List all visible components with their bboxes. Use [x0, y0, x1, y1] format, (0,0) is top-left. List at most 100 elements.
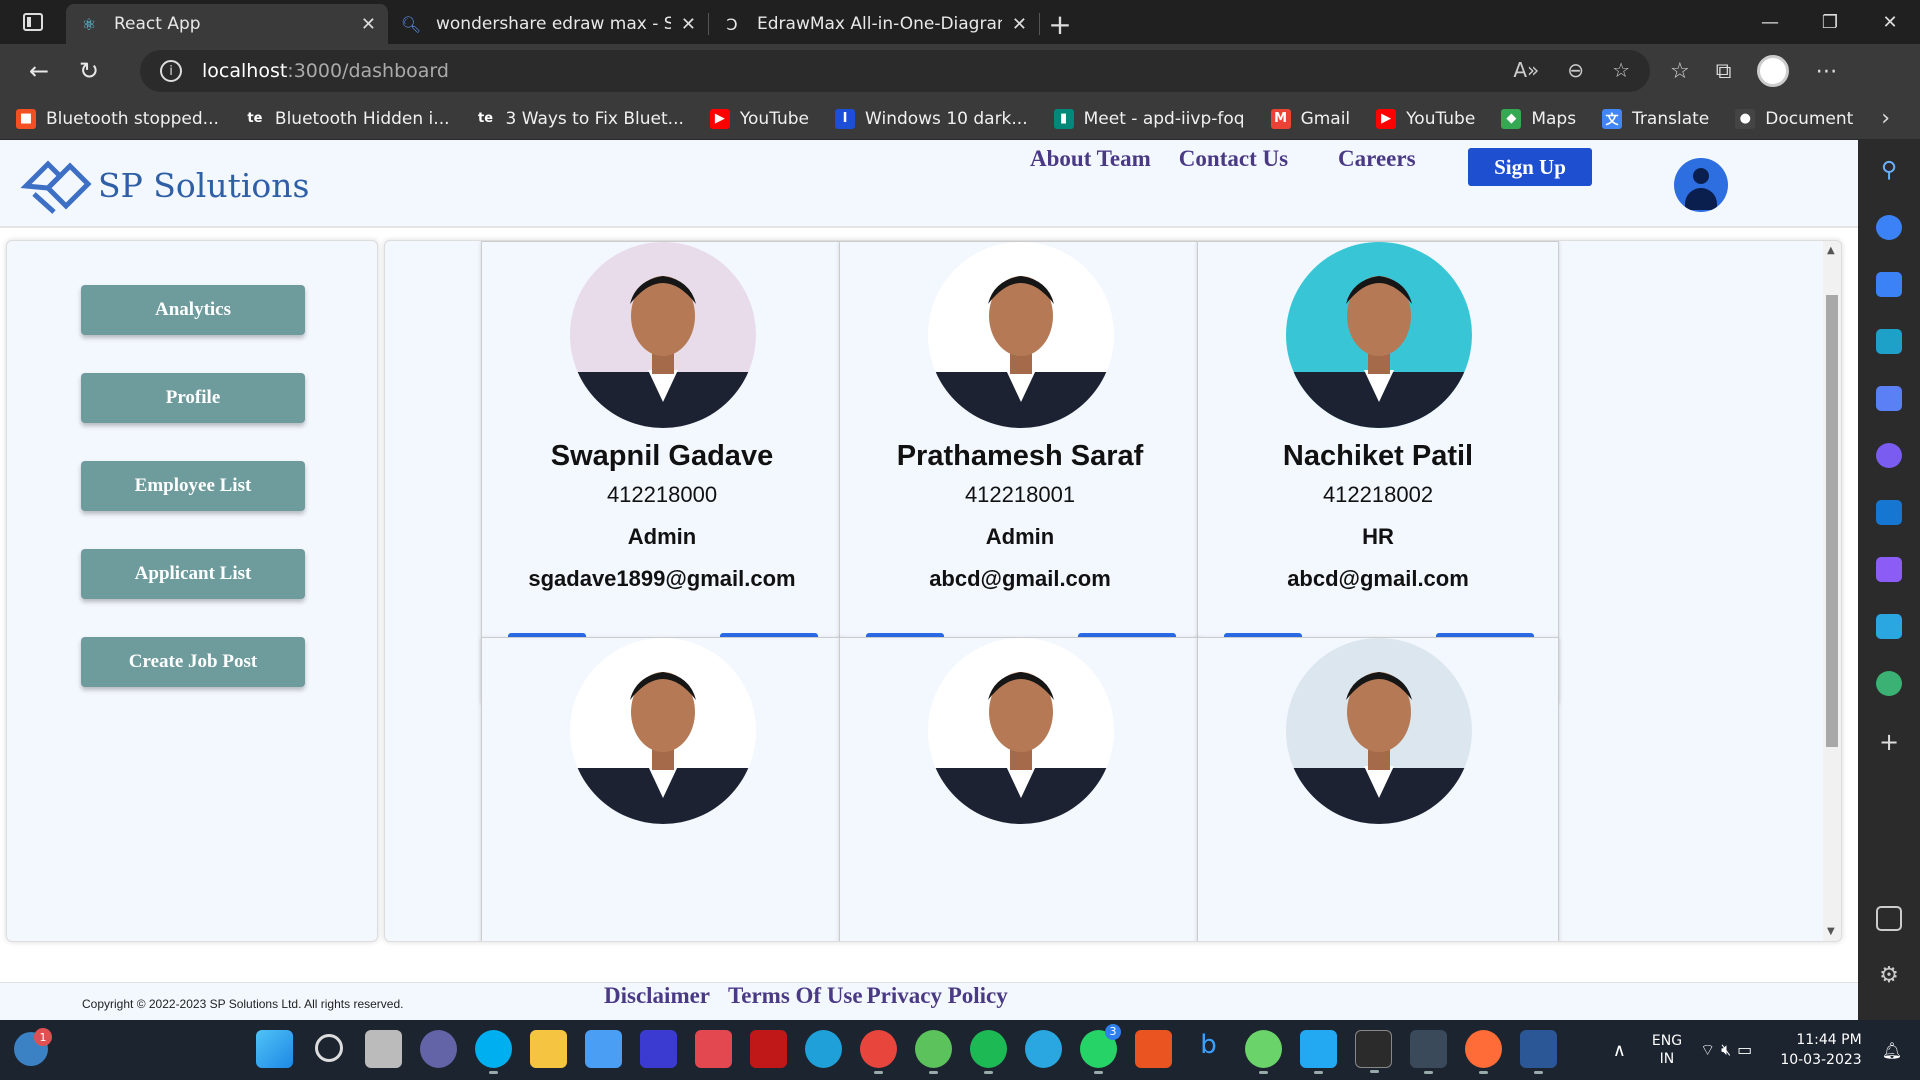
tab-edrawmax[interactable]: Ɔ EdrawMax All-in-One-Diagram S ✕: [709, 4, 1039, 44]
tab-react-app[interactable]: ⚛ React App ✕: [66, 4, 388, 44]
refresh-button[interactable]: ↻: [64, 49, 114, 93]
telegram-icon[interactable]: [1025, 1030, 1062, 1068]
zoom-out-icon[interactable]: ⊖: [1567, 58, 1584, 82]
creative-cloud-icon[interactable]: [695, 1030, 732, 1068]
clock[interactable]: 11:44 PM 10-03-2023: [1780, 1030, 1861, 1070]
bookmark-item[interactable]: ● Document: [1735, 108, 1854, 129]
collections-icon[interactable]: ⧉: [1716, 59, 1732, 84]
chrome-icon[interactable]: [860, 1030, 897, 1074]
user-avatar-icon[interactable]: [1674, 158, 1728, 212]
terminal-icon[interactable]: [1355, 1030, 1392, 1073]
profile-button[interactable]: Profile: [81, 373, 305, 423]
tab-search[interactable]: 🔍︎ wondershare edraw max - Searc ✕: [388, 4, 708, 44]
system-tray-icons[interactable]: ⌔🔇︎▭: [1700, 1040, 1758, 1060]
edge-icon[interactable]: [805, 1030, 842, 1068]
bookmark-item[interactable]: te 3 Ways to Fix Bluet...: [476, 109, 684, 129]
profile-avatar[interactable]: [1757, 55, 1790, 87]
read-aloud-icon[interactable]: A»: [1513, 58, 1539, 82]
notification-bell-icon[interactable]: 🔔︎: [1882, 1041, 1902, 1060]
close-window-icon[interactable]: ✕: [1860, 0, 1920, 44]
split-screen-icon[interactable]: [1876, 905, 1902, 931]
whatsapp-icon[interactable]: 3: [1080, 1024, 1121, 1074]
bookmark-item[interactable]: ◆ Maps: [1501, 108, 1576, 129]
site-logo[interactable]: SP Solutions: [18, 154, 309, 216]
app-green-icon[interactable]: [915, 1030, 952, 1074]
file-explorer-icon[interactable]: [530, 1030, 567, 1068]
teams-chat-icon[interactable]: [420, 1030, 457, 1068]
task-view-icon[interactable]: [365, 1030, 402, 1068]
sign-up-button[interactable]: Sign Up: [1468, 148, 1592, 186]
search-icon[interactable]: ⚲: [1876, 158, 1902, 183]
copyright-text: Copyright © 2022-2023 SP Solutions Ltd. …: [82, 997, 404, 1011]
drop-icon[interactable]: [1876, 670, 1902, 696]
close-tab-icon[interactable]: ✕: [681, 14, 696, 35]
restore-icon[interactable]: ❐: [1800, 0, 1860, 44]
scroll-up-icon[interactable]: ▲: [1827, 245, 1835, 256]
ubuntu-icon[interactable]: [1135, 1030, 1172, 1068]
bookmark-item[interactable]: M Gmail: [1270, 108, 1350, 129]
analytics-button[interactable]: Analytics: [81, 285, 305, 335]
bookmarks-overflow-icon[interactable]: ›: [1881, 106, 1890, 131]
employee-list-button[interactable]: Employee List: [81, 461, 305, 511]
minimize-icon[interactable]: —: [1740, 0, 1800, 44]
designer-icon[interactable]: [1876, 556, 1902, 582]
chevron-up-icon[interactable]: ∧: [1613, 1040, 1626, 1061]
bing-icon[interactable]: [1876, 215, 1902, 240]
terms-of-use-link[interactable]: Terms Of Use: [728, 983, 863, 1009]
nav-about-team[interactable]: About Team: [1030, 146, 1151, 172]
bookmark-item[interactable]: ▮ Meet - apd-iivp-foq: [1053, 108, 1245, 129]
bookmark-item[interactable]: 文 Translate: [1602, 108, 1709, 129]
bookmark-item[interactable]: ▶ YouTube: [1376, 108, 1475, 129]
language-indicator[interactable]: ENG IN: [1652, 1032, 1682, 1068]
tools-icon[interactable]: [1876, 328, 1902, 354]
privacy-policy-link[interactable]: Privacy Policy: [867, 983, 1008, 1009]
mcafee-icon[interactable]: [750, 1030, 787, 1068]
more-menu-icon[interactable]: ⋯: [1815, 59, 1837, 84]
games-icon[interactable]: [1876, 385, 1902, 411]
scrollbar[interactable]: ▲ ▼: [1823, 241, 1841, 941]
office-icon[interactable]: [1876, 442, 1902, 468]
word-icon[interactable]: [1520, 1030, 1557, 1074]
scroll-down-icon[interactable]: ▼: [1827, 926, 1835, 937]
mysql-icon[interactable]: [1410, 1030, 1447, 1074]
nav-contact-us[interactable]: Contact Us: [1179, 146, 1288, 172]
skype-icon[interactable]: [475, 1030, 512, 1074]
scrollbar-thumb[interactable]: [1826, 295, 1838, 747]
settings-icon[interactable]: ⚙: [1876, 963, 1902, 988]
create-job-post-button[interactable]: Create Job Post: [81, 637, 305, 687]
applicant-list-button[interactable]: Applicant List: [81, 549, 305, 599]
close-tab-icon[interactable]: ✕: [1012, 14, 1027, 35]
search-icon[interactable]: [315, 1034, 343, 1062]
add-favorite-icon[interactable]: ☆: [1612, 58, 1630, 82]
store-icon[interactable]: [585, 1030, 622, 1068]
outlook-icon[interactable]: [1876, 499, 1902, 525]
start-icon[interactable]: [256, 1030, 293, 1068]
tab-title: wondershare edraw max - Searc: [436, 14, 671, 34]
info-icon[interactable]: i: [160, 60, 182, 82]
add-icon[interactable]: +: [1876, 728, 1902, 756]
shopping-icon[interactable]: [1876, 271, 1902, 297]
search-icon: 🔍︎: [400, 14, 422, 34]
bookmark-item[interactable]: te Bluetooth Hidden i...: [245, 109, 449, 129]
favorites-icon[interactable]: ☆: [1670, 59, 1690, 84]
bookmark-item[interactable]: ▶ YouTube: [709, 108, 809, 129]
postman-icon[interactable]: [1465, 1030, 1502, 1074]
widgets-icon[interactable]: 1: [14, 1028, 52, 1066]
back-button[interactable]: ←: [14, 49, 64, 93]
close-tab-icon[interactable]: ✕: [361, 14, 376, 35]
vscode-icon[interactable]: [1300, 1030, 1337, 1074]
telegram-icon[interactable]: [1876, 613, 1902, 639]
adobe-icon[interactable]: [640, 1030, 677, 1068]
bookmark-label: Document: [1765, 108, 1854, 129]
bookmark-item[interactable]: I Windows 10 dark...: [835, 108, 1028, 129]
spotify-icon[interactable]: [970, 1030, 1007, 1074]
employee-name: Prathamesh Saraf: [896, 440, 1144, 472]
bookmark-item[interactable]: ■ Bluetooth stopped...: [16, 108, 219, 129]
tab-actions-button[interactable]: [0, 0, 66, 44]
new-tab-button[interactable]: +: [1040, 4, 1080, 44]
disclaimer-link[interactable]: Disclaimer: [604, 983, 710, 1009]
address-bar[interactable]: i localhost:3000/dashboard A» ⊖ ☆: [140, 50, 1650, 92]
bing-icon[interactable]: b: [1190, 1030, 1227, 1068]
app-green2-icon[interactable]: [1245, 1030, 1282, 1074]
nav-careers[interactable]: Careers: [1338, 146, 1415, 172]
